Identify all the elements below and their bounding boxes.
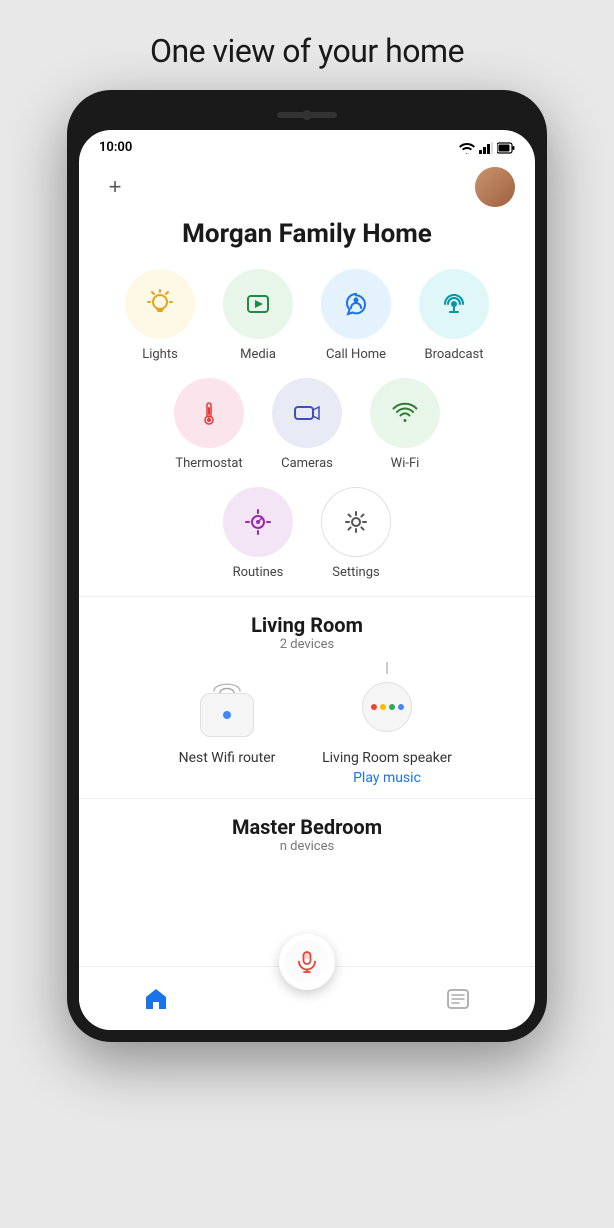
status-bar: 10:00 <box>79 130 535 159</box>
room-title: Living Room <box>99 613 515 637</box>
add-button[interactable]: + <box>99 171 131 203</box>
nav-list[interactable] <box>425 978 491 1020</box>
battery-icon <box>497 142 515 154</box>
device-lr-speaker[interactable]: Living Room speaker Play music <box>322 672 452 786</box>
wifi-status-icon <box>459 142 475 154</box>
shortcut-lights[interactable]: Lights <box>115 269 205 362</box>
home-icon <box>143 986 169 1012</box>
shortcut-routines[interactable]: Routines <box>213 487 303 580</box>
mic-icon <box>296 951 318 973</box>
thermostat-label: Thermostat <box>175 456 242 471</box>
callhome-circle <box>321 269 391 339</box>
routines-label: Routines <box>233 565 284 580</box>
status-icons <box>459 142 515 154</box>
media-label: Media <box>240 347 276 362</box>
shortcuts-row-1: Lights Media <box>95 269 519 362</box>
cameras-label: Cameras <box>281 456 333 471</box>
devices-row: Nest Wifi router <box>99 672 515 786</box>
shortcut-callhome[interactable]: Call Home <box>311 269 401 362</box>
lights-circle <box>125 269 195 339</box>
shortcut-media[interactable]: Media <box>213 269 303 362</box>
settings-circle <box>321 487 391 557</box>
status-time: 10:00 <box>99 140 132 155</box>
device-nest-wifi[interactable]: Nest Wifi router <box>162 672 292 786</box>
shortcuts-row-2: Thermostat Cameras <box>95 378 519 471</box>
phone-frame: 10:00 <box>67 90 547 1042</box>
phone-notch <box>79 102 535 130</box>
settings-label: Settings <box>332 565 379 580</box>
room-section-living-room: Living Room 2 devices <box>79 613 535 786</box>
lr-speaker-icon <box>347 672 427 742</box>
lights-label: Lights <box>142 347 178 362</box>
nest-wifi-label: Nest Wifi router <box>179 750 276 766</box>
mic-fab[interactable] <box>279 934 335 990</box>
cameras-circle <box>272 378 342 448</box>
signal-icon <box>479 142 493 154</box>
play-music-action[interactable]: Play music <box>353 770 421 786</box>
thermostat-circle <box>174 378 244 448</box>
shortcut-settings[interactable]: Settings <box>311 487 401 580</box>
nest-wifi-icon <box>187 672 267 742</box>
shortcuts-row-3: Routines Settings <box>95 487 519 580</box>
top-bar: + <box>79 159 535 211</box>
nav-home[interactable] <box>123 978 189 1020</box>
master-room-count: n devices <box>99 839 515 854</box>
shortcut-cameras[interactable]: Cameras <box>262 378 352 471</box>
speaker-wire-svg <box>385 662 389 674</box>
lr-speaker-label: Living Room speaker <box>322 750 452 766</box>
wifi-label: Wi-Fi <box>391 456 420 471</box>
room-device-count: 2 devices <box>99 637 515 652</box>
broadcast-circle <box>419 269 489 339</box>
list-icon <box>445 986 471 1012</box>
shortcut-broadcast[interactable]: Broadcast <box>409 269 499 362</box>
master-room-title-row: Master Bedroom <box>99 815 515 839</box>
shortcuts-grid: Lights Media <box>79 269 535 580</box>
home-title: Morgan Family Home <box>79 211 535 269</box>
shortcut-wifi[interactable]: Wi-Fi <box>360 378 450 471</box>
wifi-circle <box>370 378 440 448</box>
avatar[interactable] <box>475 167 515 207</box>
phone-screen: 10:00 <box>79 130 535 1030</box>
shortcut-thermostat[interactable]: Thermostat <box>164 378 254 471</box>
room-section-master: Master Bedroom n devices <box>79 798 535 854</box>
broadcast-label: Broadcast <box>424 347 483 362</box>
master-room-title: Master Bedroom <box>232 815 382 839</box>
callhome-label: Call Home <box>326 347 386 362</box>
page-title: One view of your home <box>130 0 484 90</box>
routines-circle <box>223 487 293 557</box>
media-circle <box>223 269 293 339</box>
